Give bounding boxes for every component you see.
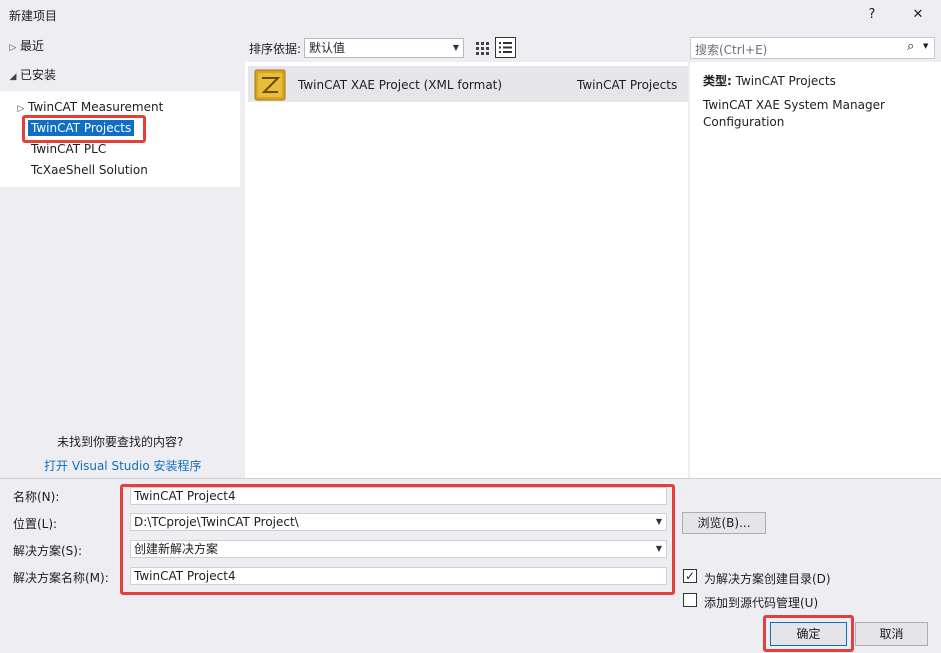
type-value: TwinCAT Projects bbox=[735, 74, 836, 88]
tree-item-label: TwinCAT PLC bbox=[31, 142, 107, 156]
create-directory-checkbox[interactable]: ✓ bbox=[683, 569, 697, 583]
caret-right-icon: ▷ bbox=[9, 43, 17, 53]
not-found-text: 未找到你要查找的内容? bbox=[57, 435, 184, 449]
search-placeholder: 搜索(Ctrl+E) bbox=[695, 43, 768, 57]
details-type: 类型: TwinCAT Projects bbox=[703, 72, 836, 89]
tree-item-twincat-plc[interactable]: TwinCAT PLC bbox=[31, 139, 106, 159]
sort-label: 排序依据: bbox=[249, 42, 302, 56]
cancel-button[interactable]: 取消 bbox=[855, 622, 928, 646]
template-list bbox=[245, 62, 688, 478]
search-options-arrow-icon[interactable]: ▼ bbox=[923, 42, 928, 50]
help-button[interactable]: ? bbox=[858, 4, 886, 26]
highlight-box-ok bbox=[763, 615, 854, 652]
tree-item-label: TwinCAT Measurement bbox=[28, 100, 164, 114]
caret-down-icon: ◢ bbox=[9, 72, 17, 82]
list-view-icon[interactable] bbox=[495, 37, 516, 58]
tree-node-installed[interactable]: ◢ 已安装 bbox=[6, 65, 56, 85]
tree-label-recent: 最近 bbox=[20, 39, 45, 53]
browse-button[interactable]: 浏览(B)... bbox=[682, 512, 766, 534]
dropdown-arrow-icon: ▼ bbox=[452, 43, 459, 52]
highlight-box-form bbox=[120, 484, 675, 595]
source-control-checkbox[interactable] bbox=[683, 593, 697, 607]
window-title: 新建项目 bbox=[9, 9, 58, 23]
tree-item-label: TcXaeShell Solution bbox=[31, 163, 148, 177]
sort-value: 默认值 bbox=[309, 41, 346, 55]
grid-view-icon[interactable] bbox=[472, 38, 492, 58]
close-button[interactable]: ✕ bbox=[904, 4, 932, 26]
source-control-label: 添加到源代码管理(U) bbox=[704, 596, 819, 610]
open-installer-link[interactable]: 打开 Visual Studio 安装程序 bbox=[44, 457, 202, 474]
details-description: TwinCAT XAE System Manager Configuration bbox=[703, 98, 885, 129]
solution-name-label: 解决方案名称(M): bbox=[13, 571, 109, 585]
template-name: TwinCAT XAE Project (XML format) bbox=[298, 78, 503, 92]
tree-node-recent[interactable]: ▷ 最近 bbox=[6, 36, 44, 56]
tree-item-tcxaeshell-solution[interactable]: TcXaeShell Solution bbox=[31, 160, 148, 180]
checkmark-icon: ✓ bbox=[684, 569, 696, 583]
twincat-project-icon bbox=[254, 69, 286, 101]
name-label: 名称(N): bbox=[13, 490, 60, 504]
search-box[interactable]: 搜索(Ctrl+E) ⌕ ▼ bbox=[690, 37, 935, 59]
close-icon: ✕ bbox=[912, 7, 924, 22]
tree-item-twincat-measurement[interactable]: ▷ TwinCAT Measurement bbox=[14, 97, 164, 117]
solution-label: 解决方案(S): bbox=[13, 544, 83, 558]
sort-dropdown[interactable]: 默认值 ▼ bbox=[304, 38, 464, 58]
title-bar bbox=[0, 0, 941, 30]
template-category: TwinCAT Projects bbox=[577, 78, 678, 92]
search-icon[interactable]: ⌕ bbox=[907, 39, 914, 54]
location-label: 位置(L): bbox=[13, 517, 58, 531]
type-label: 类型: bbox=[703, 74, 732, 88]
create-directory-label: 为解决方案创建目录(D) bbox=[704, 572, 831, 586]
tree-label-installed: 已安装 bbox=[20, 68, 57, 82]
